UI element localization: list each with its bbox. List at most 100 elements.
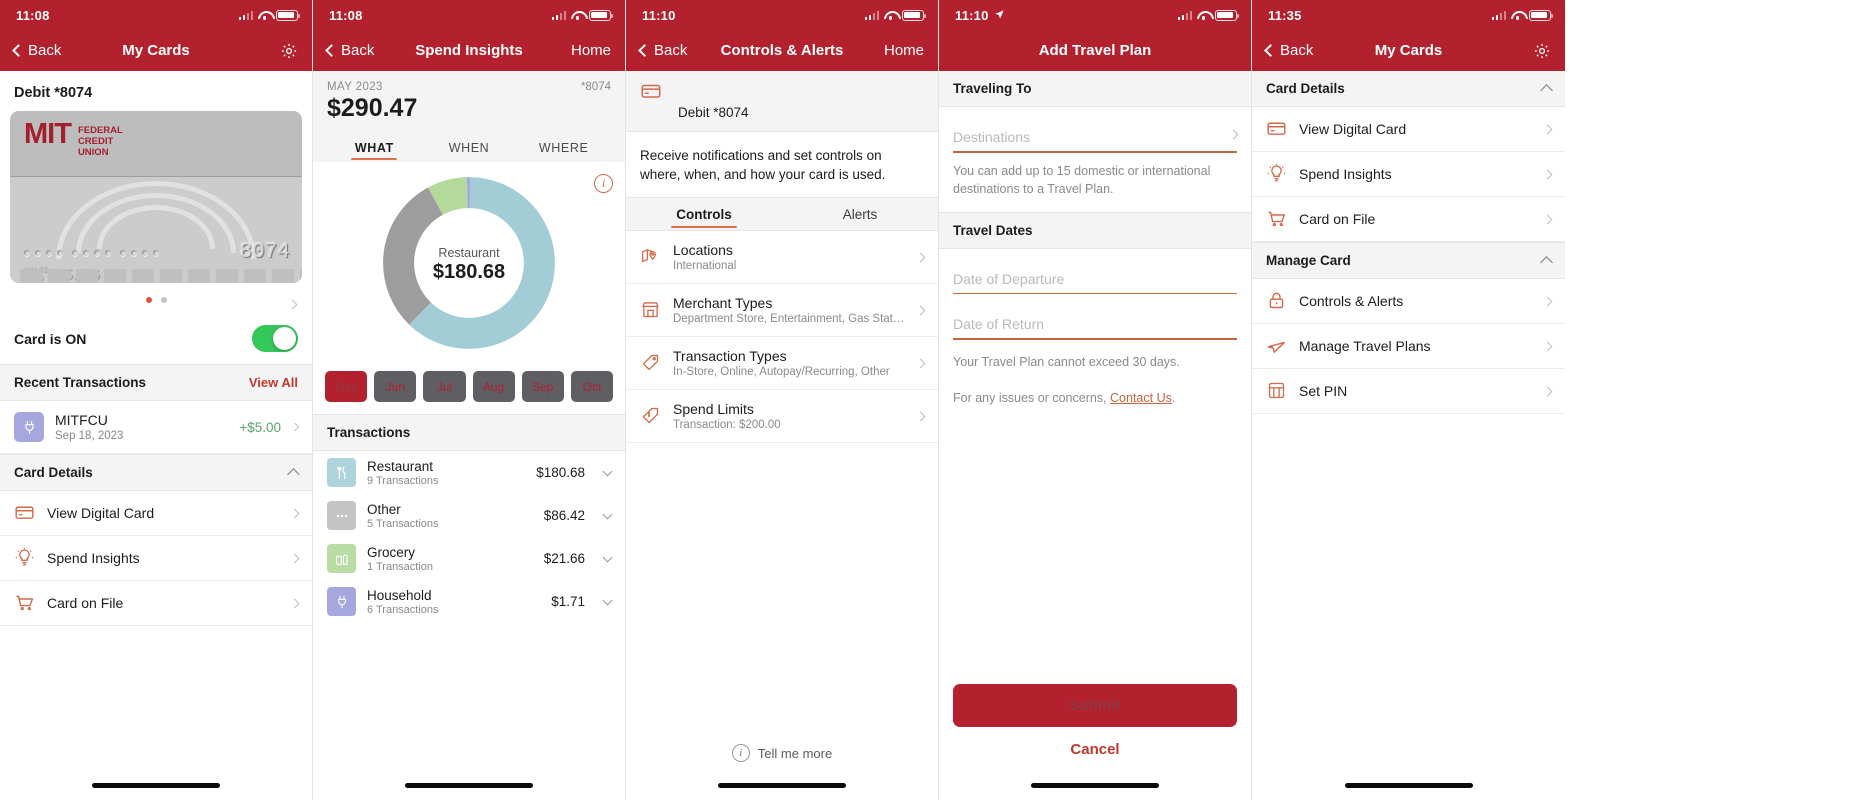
home-indicator — [1031, 783, 1159, 788]
battery-icon — [1529, 9, 1553, 21]
phone-screen-spend-insights: 11:08 Back Spend Insights Home MAY 2023 … — [313, 0, 626, 800]
segment-alerts[interactable]: Alerts — [782, 198, 938, 230]
card-artwork[interactable]: MIT FEDERAL CREDIT UNION 8074 — [10, 111, 302, 283]
row-label: Manage Travel Plans — [1299, 338, 1431, 354]
chevron-down-icon[interactable] — [602, 509, 613, 519]
back-button[interactable]: Back — [325, 42, 374, 59]
home-indicator — [1344, 783, 1473, 788]
row-set-pin[interactable]: Set PIN — [1252, 369, 1565, 414]
row-spend-insights[interactable]: Spend Insights — [0, 536, 312, 581]
transactions-header: Transactions — [313, 414, 625, 451]
contact-us-link[interactable]: Contact Us — [1110, 391, 1172, 405]
chevron-right-icon — [915, 411, 926, 422]
carousel-dots[interactable] — [0, 283, 312, 315]
status-bar: 11:10 — [626, 0, 938, 30]
month-button-sep[interactable]: Sep — [521, 371, 564, 402]
transaction-row[interactable]: MITFCU Sep 18, 2023 +$5.00 — [0, 401, 312, 454]
destinations-input[interactable]: Destinations — [953, 107, 1239, 151]
month-button-may[interactable]: May — [325, 371, 368, 402]
tab-where[interactable]: WHERE — [516, 133, 611, 162]
manage-card-header[interactable]: Manage Card — [1252, 242, 1565, 279]
shopping-cart-icon — [1266, 208, 1288, 230]
settings-button[interactable] — [1533, 42, 1551, 60]
row-view-digital-card[interactable]: View Digital Card — [1252, 107, 1565, 152]
card-details-header[interactable]: Card Details — [1252, 71, 1565, 107]
chevron-right-icon — [915, 252, 926, 263]
card-details-header[interactable]: Card Details — [0, 454, 312, 491]
transaction-date: Sep 18, 2023 — [55, 430, 124, 442]
month-selector: May Jun Jul Aug Sep Oct — [313, 367, 625, 414]
return-input[interactable]: Date of Return — [953, 294, 1237, 338]
spend-summary: MAY 2023 $290.47 *8074 WHAT WHEN WHERE — [313, 71, 625, 162]
chevron-down-icon[interactable] — [602, 552, 613, 562]
category-row[interactable]: Restaurant 9 Transactions $180.68 — [313, 451, 625, 494]
row-merchant-types[interactable]: Merchant Types Department Store, Enterta… — [626, 284, 938, 338]
tab-what[interactable]: WHAT — [327, 133, 422, 162]
category-row[interactable]: Household 6 Transactions $1.71 — [313, 580, 625, 623]
departure-field[interactable]: Date of Departure — [939, 249, 1251, 295]
chevron-right-icon — [915, 358, 926, 369]
back-button[interactable]: Back — [1264, 42, 1313, 59]
row-controls-alerts[interactable]: Controls & Alerts — [1252, 279, 1565, 324]
category-count: 6 Transactions — [367, 603, 439, 616]
home-button[interactable]: Home — [571, 42, 611, 59]
battery-icon — [276, 9, 300, 21]
phone-screen-add-travel-plan: 11:10 Add Travel Plan Traveling To Desti… — [939, 0, 1252, 800]
transactions-title: Transactions — [327, 425, 411, 440]
row-label: Card on File — [1299, 211, 1376, 227]
chevron-right-icon[interactable] — [1228, 129, 1239, 140]
status-time: 11:08 — [329, 7, 363, 23]
return-field[interactable]: Date of Return — [939, 294, 1251, 341]
ellipsis-icon — [327, 501, 356, 530]
row-label: Locations — [673, 242, 733, 259]
contact-line: For any issues or concerns, Contact Us. — [939, 371, 1251, 407]
tell-me-more-button[interactable]: i Tell me more — [626, 744, 938, 762]
spend-total: $290.47 — [327, 94, 418, 122]
row-spend-insights[interactable]: Spend Insights — [1252, 152, 1565, 197]
status-icons — [238, 9, 300, 21]
submit-button[interactable]: Submit — [953, 684, 1237, 727]
month-button-jun[interactable]: Jun — [374, 371, 417, 402]
tab-when[interactable]: WHEN — [422, 133, 517, 162]
chevron-down-icon[interactable] — [602, 466, 613, 476]
row-locations[interactable]: Locations International — [626, 231, 938, 285]
row-card-on-file[interactable]: Card on File — [0, 581, 312, 626]
battery-icon — [902, 9, 926, 21]
row-view-digital-card[interactable]: View Digital Card — [0, 491, 312, 536]
battery-icon — [589, 9, 613, 21]
tell-me-more-label: Tell me more — [757, 745, 833, 761]
section-travel-dates: Travel Dates — [939, 211, 1251, 249]
row-transaction-types[interactable]: Transaction Types In-Store, Online, Auto… — [626, 337, 938, 391]
status-icons — [1177, 9, 1239, 21]
category-row[interactable]: Grocery 1 Transaction $21.66 — [313, 537, 625, 580]
home-indicator — [718, 783, 846, 788]
month-button-aug[interactable]: Aug — [472, 371, 515, 402]
info-icon[interactable]: i — [594, 174, 613, 193]
destinations-field[interactable]: Destinations — [939, 107, 1251, 153]
segment-controls[interactable]: Controls — [626, 198, 782, 230]
departure-input[interactable]: Date of Departure — [953, 249, 1237, 293]
phone-screen-my-cards: 11:08 Back My Cards Debit *8074 MIT FEDE… — [0, 0, 313, 800]
row-label: Merchant Types — [673, 295, 773, 312]
category-row[interactable]: Other 5 Transactions $86.42 — [313, 494, 625, 537]
cancel-button[interactable]: Cancel — [939, 727, 1251, 772]
card-details-title: Card Details — [14, 465, 93, 480]
bank-line-1: FEDERAL — [77, 125, 123, 136]
month-button-jul[interactable]: Jul — [423, 371, 466, 402]
destinations-hint: You can add up to 15 domestic or interna… — [953, 163, 1211, 196]
month-button-oct[interactable]: Oct — [570, 371, 614, 402]
chevron-down-icon[interactable] — [602, 595, 613, 605]
view-all-link[interactable]: View All — [249, 375, 298, 390]
settings-button[interactable] — [280, 42, 298, 60]
home-button[interactable]: Home — [884, 42, 924, 59]
row-card-on-file[interactable]: Card on File — [1252, 197, 1565, 242]
chevron-right-icon — [289, 598, 300, 608]
row-text: Locations International — [673, 242, 906, 272]
row-spend-limits[interactable]: Spend Limits Transaction: $200.00 — [626, 390, 938, 444]
row-manage-travel-plans[interactable]: Manage Travel Plans — [1252, 324, 1565, 369]
back-button[interactable]: Back — [12, 42, 61, 59]
location-arrow-icon — [994, 8, 1005, 23]
card-on-toggle[interactable] — [252, 325, 298, 352]
selected-card-bar[interactable]: Debit *8074 — [626, 71, 938, 132]
back-button[interactable]: Back — [638, 42, 687, 59]
